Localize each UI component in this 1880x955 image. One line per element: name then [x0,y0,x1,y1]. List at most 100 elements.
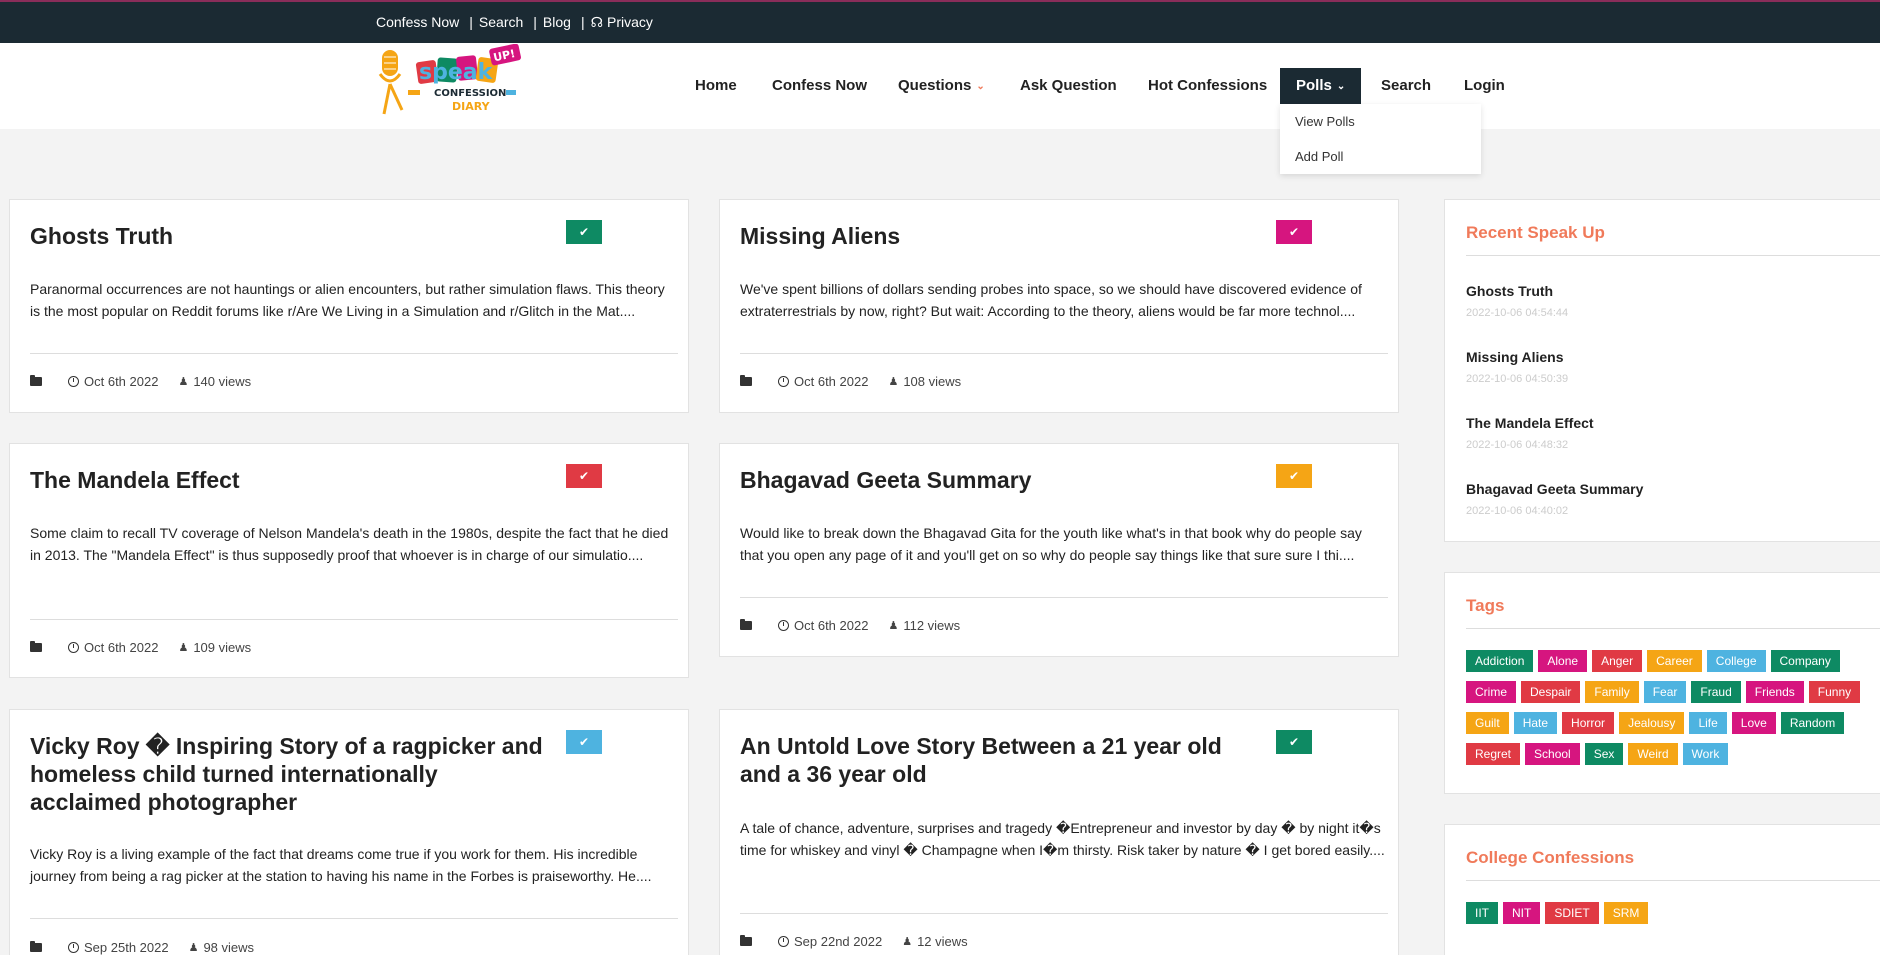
recent-item[interactable]: The Mandela Effect 2022-10-06 04:48:32 [1466,415,1594,451]
confession-card[interactable]: Vicky Roy � Inspiring Story of a ragpick… [9,709,689,955]
tag-chip[interactable]: Friends [1745,681,1804,703]
top-link-search[interactable]: Search [479,14,523,31]
recent-item[interactable]: Ghosts Truth 2022-10-06 04:54:44 [1466,283,1568,319]
card-title[interactable]: The Mandela Effect [30,466,550,494]
folder-icon[interactable] [30,941,42,952]
top-link-blog[interactable]: Blog [543,14,571,31]
card-date: Oct 6th 2022 [84,640,159,655]
tag-chip[interactable]: Life [1689,712,1727,734]
folder-icon[interactable] [740,619,752,630]
tag-chip[interactable]: Funny [1808,681,1861,703]
nav-confess-now[interactable]: Confess Now [772,68,867,104]
tag-chip[interactable]: Crime [1466,681,1516,703]
nav-hot-confessions[interactable]: Hot Confessions [1148,68,1267,104]
card-views: 112 views [903,618,961,633]
recent-item[interactable]: Missing Aliens 2022-10-06 04:50:39 [1466,349,1568,385]
tag-chip[interactable]: Love [1731,712,1776,734]
tag-chip[interactable]: Family [1585,681,1639,703]
folder-icon[interactable] [740,935,752,946]
nav-questions[interactable]: Questions ⌄ [898,68,985,104]
tag-chip[interactable]: Career [1647,650,1702,672]
college-widget: College Confessions IIT NIT SDIET SRM [1444,824,1880,955]
college-tags: IIT NIT SDIET SRM [1466,902,1880,933]
card-meta: Oct 6th 2022 ♟ 108 views [740,374,961,389]
top-link-privacy[interactable]: Privacy [607,14,653,31]
confession-card[interactable]: Bhagavad Geeta Summary ✔ Would like to b… [719,443,1399,657]
tag-chip[interactable]: Jealousy [1619,712,1685,734]
nav-polls-label: Polls [1296,77,1332,94]
clock-icon [68,376,79,387]
headphones-icon: ☊ [590,14,604,30]
tag-chip[interactable]: Fear [1643,681,1687,703]
confession-card[interactable]: Missing Aliens ✔ We've spent billions of… [719,199,1399,413]
tag-chip[interactable]: Random [1780,712,1845,734]
card-title[interactable]: Vicky Roy � Inspiring Story of a ragpick… [30,732,550,816]
recent-item-title[interactable]: Missing Aliens [1466,349,1568,365]
divider [1466,628,1880,629]
check-badge: ✔ [566,464,602,488]
chevron-down-icon: ⌄ [976,81,985,92]
top-link-confess-now[interactable]: Confess Now [376,14,459,31]
card-title[interactable]: Missing Aliens [740,222,1260,250]
tag-chip[interactable]: Hate [1513,712,1558,734]
recent-item[interactable]: Bhagavad Geeta Summary 2022-10-06 04:40:… [1466,481,1643,517]
tag-chip[interactable]: Addiction [1466,650,1534,672]
college-chip[interactable]: NIT [1503,902,1541,924]
recent-item-title[interactable]: Bhagavad Geeta Summary [1466,481,1643,497]
divider [740,353,1388,354]
polls-dropdown: View Polls Add Poll [1280,104,1481,174]
card-title[interactable]: Ghosts Truth [30,222,550,250]
tag-chip[interactable]: Weird [1628,743,1678,765]
divider [1466,880,1880,881]
card-title[interactable]: An Untold Love Story Between a 21 year o… [740,732,1260,788]
tag-chip[interactable]: Company [1770,650,1840,672]
recent-item-title[interactable]: Ghosts Truth [1466,283,1568,299]
college-chip[interactable]: IIT [1466,902,1498,924]
check-badge: ✔ [1276,730,1312,754]
tag-chip[interactable]: College [1706,650,1766,672]
folder-icon[interactable] [30,375,42,386]
dropdown-add-poll[interactable]: Add Poll [1280,139,1481,174]
tag-chip[interactable]: Anger [1592,650,1643,672]
nav-home[interactable]: Home [695,68,737,104]
college-chip[interactable]: SRM [1603,902,1649,924]
confession-card[interactable]: Ghosts Truth ✔ Paranormal occurrences ar… [9,199,689,413]
user-icon: ♟ [888,620,899,632]
card-meta: Oct 6th 2022 ♟ 109 views [30,640,251,655]
card-title[interactable]: Bhagavad Geeta Summary [740,466,1260,494]
clock-icon [778,936,789,947]
tag-chip[interactable]: Horror [1562,712,1615,734]
tag-chip[interactable]: Fraud [1691,681,1741,703]
college-chip[interactable]: SDIET [1545,902,1599,924]
user-icon: ♟ [888,376,899,388]
card-date: Oct 6th 2022 [794,618,869,633]
card-meta: Sep 25th 2022 ♟ 98 views [30,940,254,955]
nav-questions-label: Questions [898,77,972,94]
separator: | [580,14,585,30]
site-logo[interactable]: speak UP! CONFESSION DIARY [378,44,524,126]
tag-chip[interactable]: Despair [1521,681,1581,703]
card-excerpt: Paranormal occurrences are not hauntings… [30,281,665,319]
check-icon: ✔ [578,735,590,749]
nav-search[interactable]: Search [1381,68,1431,104]
nav-ask-question[interactable]: Ask Question [1020,68,1117,104]
nav-polls[interactable]: Polls ⌄ [1280,68,1362,104]
dropdown-view-polls[interactable]: View Polls [1280,104,1481,139]
folder-icon[interactable] [30,641,42,652]
tag-chip[interactable]: Alone [1538,650,1588,672]
clock-icon [68,642,79,653]
card-excerpt: Some claim to recall TV coverage of Nels… [30,525,669,563]
nav-login[interactable]: Login [1464,68,1505,104]
clock-icon [68,942,79,953]
tag-chip[interactable]: School [1525,743,1580,765]
folder-icon[interactable] [740,375,752,386]
confession-card[interactable]: The Mandela Effect ✔ Some claim to recal… [9,443,689,678]
confession-card[interactable]: An Untold Love Story Between a 21 year o… [719,709,1399,955]
recent-item-title[interactable]: The Mandela Effect [1466,415,1594,431]
tag-chip[interactable]: Sex [1584,743,1624,765]
college-title: College Confessions [1466,848,1635,867]
tag-chip[interactable]: Work [1682,743,1729,765]
card-excerpt: Would like to break down the Bhagavad Gi… [740,525,1362,563]
tag-chip[interactable]: Guilt [1466,712,1509,734]
tag-chip[interactable]: Regret [1466,743,1521,765]
